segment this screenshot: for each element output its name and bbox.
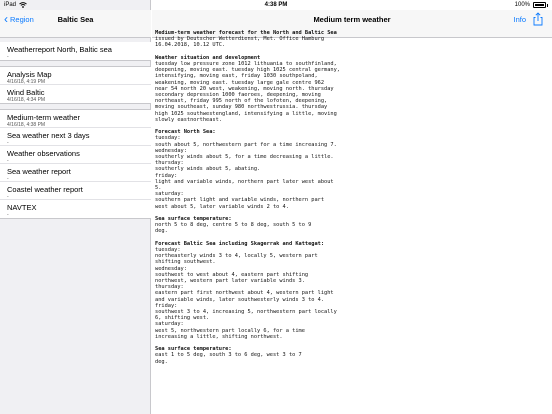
detail-title: Medium term weather (313, 15, 391, 24)
forecast-line: 16.04.2018, 10.12 UTC. (155, 42, 226, 49)
list-item-title: NAVTEX (7, 203, 37, 212)
battery-tip (547, 3, 548, 7)
list-item-subtitle: 4/16/18, 4:34 PM (7, 97, 46, 103)
list-item-title: Weatherreport North, Baltic sea (7, 45, 112, 54)
list-item[interactable]: Medium-term weather 4/16/18, 4:38 PM (0, 110, 151, 128)
list-item-title: Medium-term weather (7, 113, 80, 122)
list-item[interactable]: Analysis Map 4/16/18, 4:19 PM (0, 67, 151, 85)
battery-icon (533, 2, 546, 8)
list-item[interactable]: NAVTEX - (0, 200, 151, 218)
list-item[interactable]: Wind Baltic 4/16/18, 4:34 PM (0, 85, 151, 103)
forecast-section: Sea surface temperature: east 1 to 5 deg,… (155, 346, 549, 365)
forecast-section: Forecast North Sea: tuesday: south about 5… (155, 129, 549, 210)
list-item-title: Sea weather next 3 days (7, 131, 90, 140)
forecast-line: deg. (155, 358, 168, 365)
forecast-line: west about 5, later variable winds 2 to … (155, 203, 289, 210)
forecast-text: Medium-term weather forecast for the Nor… (155, 30, 549, 410)
list-section: Medium-term weather 4/16/18, 4:38 PM Sea w… (0, 109, 151, 219)
forecast-section: Sea surface temperature: north 5 to 8 deg… (155, 216, 549, 235)
list-item-title: Coastel weather report (7, 185, 83, 194)
info-button[interactable]: Info (513, 15, 526, 24)
list-section: Analysis Map 4/16/18, 4:19 PM Wind Baltic 4… (0, 66, 151, 104)
list-item[interactable]: Sea weather report - (0, 164, 151, 182)
sidebar-navigation-bar: ‹ Region Baltic Sea (0, 10, 151, 38)
forecast-section: Medium-term weather forecast for the Nor… (155, 30, 549, 49)
list-item[interactable]: Sea weather next 3 days - (0, 128, 151, 146)
list-item[interactable]: Coastel weather report - (0, 182, 151, 200)
list-item-title: Weather observations (7, 149, 80, 158)
share-icon[interactable] (531, 12, 545, 26)
forecast-line: slowly eastnortheast. (155, 116, 222, 123)
list-section: Weatherreport North, Baltic sea - (0, 42, 151, 61)
forecast-line: increasing a little, shifting northwest. (155, 333, 283, 340)
forecast-line: deg. (155, 228, 168, 235)
list-item[interactable]: Weatherreport North, Baltic sea - (0, 42, 151, 60)
list-item[interactable]: Weather observations - (0, 146, 151, 164)
forecast-section: Forecast Baltic Sea including Skagerrak … (155, 241, 549, 340)
sidebar-title: Baltic Sea (57, 15, 94, 24)
master-pane: ‹ Region Baltic Sea Weatherreport North,… (0, 0, 151, 414)
battery-percentage: 100% (514, 2, 530, 8)
list-item-title: Analysis Map (7, 70, 52, 79)
status-time: 4:38 PM (264, 2, 288, 8)
list-item-subtitle: - (7, 212, 9, 218)
list-item-title: Sea weather report (7, 167, 71, 176)
list-item-title: Wind Baltic (7, 88, 45, 97)
status-bar: iPad 4:38 PM 100% (0, 0, 552, 10)
forecast-section: Weather situation and development tuesday… (155, 55, 549, 123)
list-item-subtitle: - (7, 54, 9, 60)
report-list: Weatherreport North, Baltic sea - Analysis… (0, 38, 151, 224)
